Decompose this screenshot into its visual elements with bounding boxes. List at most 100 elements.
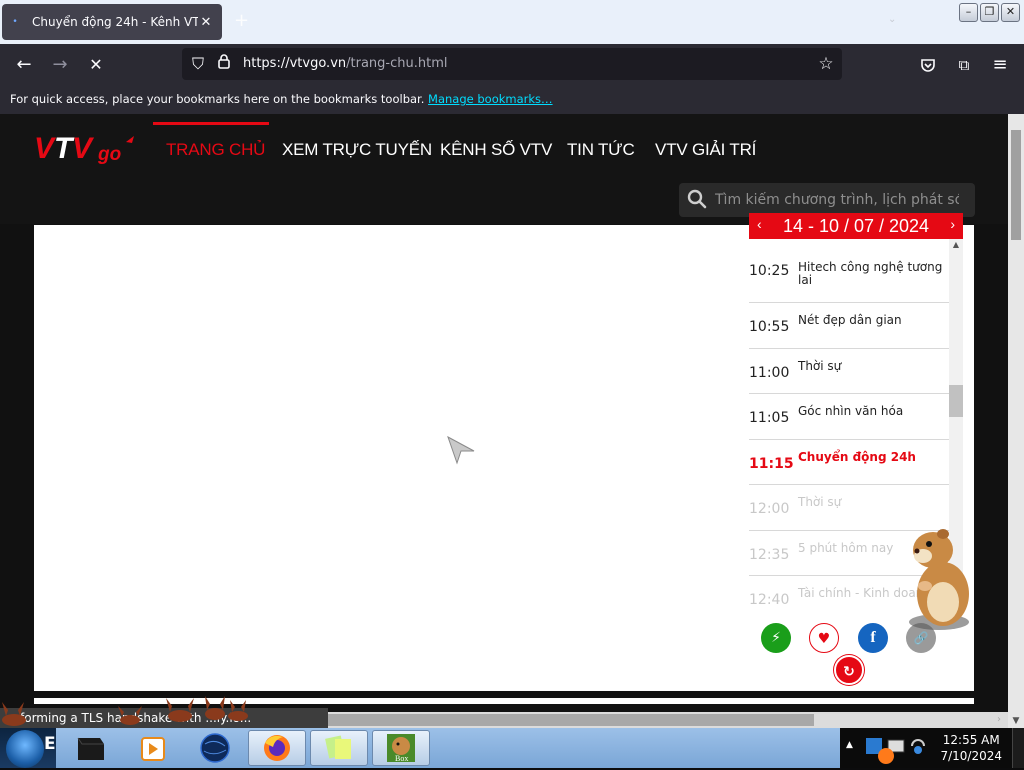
taskbar-app-box-icon[interactable]: Box <box>372 730 430 766</box>
nav-trang-chu[interactable]: TRANG CHỦ <box>166 140 265 160</box>
bookmarks-hint: For quick access, place your bookmarks h… <box>10 92 425 106</box>
schedule-time: 12:00 <box>749 501 790 517</box>
url-path: /trang-chu.html <box>346 56 448 71</box>
pocket-icon[interactable] <box>916 53 940 77</box>
next-day-arrow-icon[interactable]: › <box>950 213 955 237</box>
horizontal-scrollbar[interactable] <box>328 712 1008 728</box>
list-all-tabs-icon[interactable]: ⌄ <box>888 14 896 25</box>
facebook-icon[interactable]: f <box>858 623 888 653</box>
page-footer-strip <box>34 698 974 704</box>
new-tab-icon[interactable]: + <box>234 12 249 30</box>
url-host: https://vtvgo.vn <box>243 56 347 71</box>
schedule-item[interactable]: 10:55 Nét đẹp dân gian <box>749 303 949 349</box>
schedule-time: 11:00 <box>749 364 790 381</box>
prev-day-arrow-icon[interactable]: ‹ <box>757 213 762 237</box>
schedule-time: 12:35 <box>749 546 790 563</box>
nav-vtv-giai-tri[interactable]: VTV GIẢI TRÍ <box>655 140 756 160</box>
start-label: E <box>44 734 56 754</box>
start-button-icon[interactable] <box>6 730 44 768</box>
flash-icon[interactable]: ⚡ <box>761 623 791 653</box>
lock-icon[interactable] <box>216 53 232 75</box>
extensions-icon[interactable]: ⧉ <box>952 53 976 77</box>
heart-icon[interactable]: ♥ <box>809 623 839 653</box>
restore-icon[interactable]: ❐ <box>980 3 999 22</box>
svg-text:Box: Box <box>395 754 408 763</box>
svg-text:go: go <box>97 144 121 165</box>
nav-kenh-so-vtv[interactable]: KÊNH SỐ VTV <box>440 140 552 160</box>
schedule-date-header: ‹ 14 - 10 / 07 / 2024 › <box>749 213 963 239</box>
taskbar-app-media-icon[interactable] <box>62 730 120 766</box>
manage-bookmarks-link[interactable]: Manage bookmarks… <box>428 92 553 106</box>
nav-xem-truc-tuyen[interactable]: XEM TRỰC TUYẾN <box>282 140 432 160</box>
schedule-date: 14 - 10 / 07 / 2024 <box>782 216 930 236</box>
window-close-icon[interactable]: ✕ <box>1001 3 1020 22</box>
repeat-icon[interactable]: ↻ <box>834 655 864 685</box>
svg-text:V: V <box>72 132 95 165</box>
shield-icon[interactable]: ⛉ <box>188 53 208 75</box>
window-controls: – ❐ ✕ <box>959 3 1020 22</box>
forward-arrow-icon[interactable]: → <box>48 53 72 77</box>
site-header: V T V go TRANG CHỦ XEM TRỰC TUYẾN KÊNH S… <box>0 114 1008 224</box>
schedule-program: Hitech công nghệ tương lai <box>798 260 943 287</box>
schedule-program: Góc nhìn văn hóa <box>798 404 904 418</box>
menu-hamburger-icon[interactable]: ≡ <box>988 53 1012 77</box>
schedule-time: 10:25 <box>749 263 790 279</box>
status-text: forming a TLS handshake with ...ly.io... <box>20 711 252 725</box>
page-scrollbar[interactable]: ▼ <box>1008 114 1024 728</box>
show-desktop-button[interactable] <box>1012 728 1024 768</box>
vtvgo-logo[interactable]: V T V go <box>34 128 138 168</box>
mouse-cursor-icon <box>447 435 475 465</box>
loading-favicon-icon: • <box>12 17 18 27</box>
taskbar-app-globe-icon[interactable] <box>186 730 244 766</box>
taskbar-app-player-icon[interactable] <box>124 730 182 766</box>
schedule-scroll-thumb[interactable] <box>949 385 963 417</box>
schedule-time: 12:40 <box>749 592 790 607</box>
tray-expand-icon[interactable]: ▲ <box>846 740 853 750</box>
search-box[interactable] <box>679 183 975 217</box>
schedule-program: Nét đẹp dân gian <box>798 313 902 327</box>
schedule-item-current[interactable]: 11:15 Chuyển động 24h <box>749 440 949 485</box>
browser-tab[interactable]: • Chuyển động 24h - Kênh VTV1, ✕ <box>2 4 222 40</box>
nav-tin-tuc[interactable]: TIN TỨC <box>567 140 635 160</box>
system-tray: ▲ 12:55 AM 7/10/2024 <box>840 728 1024 768</box>
back-arrow-icon[interactable]: ← <box>12 53 36 77</box>
taskbar-app-firefox-icon[interactable] <box>248 730 306 766</box>
schedule-program: Thời sự <box>798 358 842 373</box>
schedule-item[interactable]: 11:05 Góc nhìn văn hóa <box>749 394 949 440</box>
bookmark-star-icon[interactable]: ☆ <box>816 53 836 75</box>
nav-active-indicator <box>153 122 269 125</box>
stop-loading-icon[interactable]: ✕ <box>84 53 108 77</box>
schedule-item[interactable]: 11:00 Thời sự <box>749 349 949 394</box>
schedule-item[interactable]: 10:25 Hitech công nghệ tương lai <box>749 239 949 303</box>
page-content: V T V go TRANG CHỦ XEM TRỰC TUYẾN KÊNH S… <box>0 114 1008 728</box>
tray-icons[interactable] <box>862 734 934 764</box>
taskbar-apps: Box <box>56 728 840 768</box>
status-panel: forming a TLS handshake with ...ly.io... <box>0 708 328 730</box>
scroll-right-arrow-icon[interactable]: › <box>990 712 1008 728</box>
schedule-program: Chuyển động 24h <box>798 449 916 464</box>
minimize-icon[interactable]: – <box>959 3 978 22</box>
url-text[interactable]: https://vtvgo.vn/trang-chu.html <box>243 56 447 71</box>
navigation-toolbar: ← → ✕ ⛉ https://vtvgo.vn/trang-chu.html … <box>0 44 1024 86</box>
address-bar[interactable]: ⛉ https://vtvgo.vn/trang-chu.html ☆ <box>182 48 842 80</box>
search-icon[interactable] <box>687 189 707 209</box>
scroll-up-arrow-icon[interactable]: ▲ <box>949 239 963 251</box>
taskbar: E Box ▲ 12:55 AM 7/10/2024 <box>0 728 1024 768</box>
video-player[interactable]: ‹ 14 - 10 / 07 / 2024 › 10:25 Hitech công… <box>34 213 974 691</box>
schedule-program: Thời sự <box>798 495 842 509</box>
schedule-time: 11:05 <box>749 410 790 426</box>
schedule-time: 10:55 <box>749 319 790 335</box>
schedule-time: 11:15 <box>749 455 794 472</box>
bookmarks-toolbar: For quick access, place your bookmarks h… <box>0 86 1024 114</box>
clock-time: 12:55 AM <box>942 733 1000 747</box>
page-scroll-thumb[interactable] <box>1011 130 1021 240</box>
tab-close-icon[interactable]: ✕ <box>198 15 214 30</box>
clock-date: 7/10/2024 <box>940 749 1002 763</box>
horizontal-scroll-thumb[interactable] <box>328 714 814 726</box>
system-clock[interactable]: 12:55 AM 7/10/2024 <box>940 732 1002 764</box>
taskbar-app-notes-icon[interactable] <box>310 730 368 766</box>
tab-title: Chuyển động 24h - Kênh VTV1, <box>32 15 198 29</box>
scroll-down-arrow-icon[interactable]: ▼ <box>1008 716 1024 726</box>
tab-strip: • Chuyển động 24h - Kênh VTV1, ✕ + ⌄ – ❐… <box>0 0 1024 44</box>
search-input[interactable] <box>715 190 959 210</box>
